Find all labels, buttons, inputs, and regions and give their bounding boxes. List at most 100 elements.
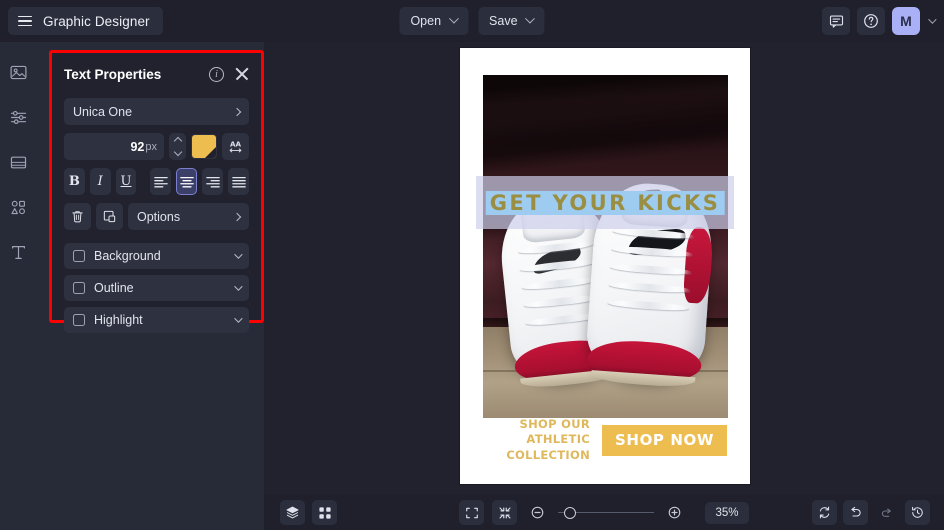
- headline-textbox[interactable]: GET YOUR KICKS: [476, 176, 734, 229]
- undo-button[interactable]: [843, 500, 868, 525]
- file-actions: Open Save: [399, 7, 545, 35]
- delete-button[interactable]: [64, 203, 91, 230]
- align-justify-icon: [231, 176, 246, 187]
- font-size-value: 92: [130, 139, 145, 154]
- headline-selection[interactable]: GET YOUR KICKS: [485, 190, 725, 215]
- background-checkbox[interactable]: [73, 250, 85, 262]
- sidebar-item-text[interactable]: [6, 240, 30, 264]
- font-size-row: 92 px AA: [64, 133, 249, 160]
- duplicate-icon: [103, 210, 116, 223]
- text-icon: [11, 245, 25, 259]
- sneaker-sole: [586, 337, 703, 384]
- align-right-button[interactable]: [202, 168, 224, 195]
- fullscreen-icon: [465, 507, 478, 518]
- avatar[interactable]: M: [892, 7, 920, 35]
- zoom-out-icon: [531, 506, 544, 519]
- accordion-background[interactable]: Background: [64, 243, 249, 269]
- align-justify-button[interactable]: [228, 168, 249, 195]
- zoom-in-button[interactable]: [662, 500, 687, 525]
- options-row: Options: [64, 203, 249, 230]
- layers-button[interactable]: [280, 500, 305, 525]
- sidebar-item-images[interactable]: [6, 60, 30, 84]
- zoom-slider-handle[interactable]: [564, 506, 576, 519]
- shop-now-button[interactable]: SHOP NOW: [602, 424, 727, 456]
- underline-label: U: [120, 174, 132, 189]
- app-title: Graphic Designer: [43, 13, 150, 29]
- bottom-left-tools: [280, 500, 337, 525]
- history-button[interactable]: [905, 500, 930, 525]
- duplicate-button[interactable]: [96, 203, 123, 230]
- chevron-up-icon: [173, 136, 182, 146]
- fit-to-screen-button[interactable]: [492, 500, 517, 525]
- open-button[interactable]: Open: [399, 7, 469, 35]
- sidebar-item-adjustments[interactable]: [6, 105, 30, 129]
- font-family-value: Unica One: [73, 104, 133, 119]
- options-button[interactable]: Options: [128, 203, 249, 230]
- font-size-input[interactable]: 92 px: [64, 133, 164, 160]
- app-menu-button[interactable]: Graphic Designer: [8, 7, 163, 35]
- top-bar: Graphic Designer Open Save M: [0, 0, 944, 42]
- text-properties-panel: Text Properties i Unica One 92 px AA B I…: [49, 50, 264, 333]
- chevron-right-icon: [232, 107, 242, 116]
- fullscreen-button[interactable]: [459, 500, 484, 525]
- align-center-button[interactable]: [176, 168, 198, 195]
- tool-rail: [0, 42, 36, 530]
- history-icon: [912, 506, 923, 518]
- zoom-level[interactable]: 35%: [705, 501, 749, 524]
- sidebar-item-elements[interactable]: [6, 195, 30, 219]
- chevron-down-icon: [448, 13, 459, 24]
- chevron-right-icon: [232, 212, 242, 221]
- page-title: Text Properties: [64, 66, 162, 82]
- zoom-controls: 35%: [459, 500, 749, 525]
- sidebar-item-layouts[interactable]: [6, 150, 30, 174]
- align-center-icon: [179, 176, 194, 187]
- comment-icon: [829, 15, 843, 28]
- fit-to-screen-icon: [498, 506, 511, 519]
- footer-copy[interactable]: SHOP OUR ATHLETIC COLLECTION: [483, 417, 602, 464]
- bold-button[interactable]: B: [64, 168, 85, 195]
- headline-text: GET YOUR KICKS: [489, 190, 721, 215]
- info-circle-icon[interactable]: i: [209, 66, 224, 82]
- italic-button[interactable]: I: [89, 168, 111, 195]
- align-left-button[interactable]: [150, 168, 172, 195]
- panel-header: Text Properties i: [64, 63, 249, 85]
- chevron-down-icon: [234, 250, 243, 259]
- comment-button[interactable]: [822, 7, 850, 35]
- help-circle-icon: [864, 14, 878, 28]
- chevron-down-icon[interactable]: [928, 15, 937, 24]
- accordion-outline[interactable]: Outline: [64, 275, 249, 301]
- image-icon: [9, 65, 27, 79]
- chevron-down-icon: [234, 314, 243, 323]
- product-photo[interactable]: [483, 75, 728, 418]
- outline-checkbox[interactable]: [73, 282, 85, 294]
- chevron-down-icon: [234, 282, 243, 291]
- sync-button[interactable]: [812, 500, 837, 525]
- shapes-icon: [10, 200, 25, 214]
- swatch-corner-icon: [205, 147, 216, 158]
- highlight-checkbox[interactable]: [73, 314, 85, 326]
- grid-icon: [318, 506, 331, 519]
- save-button[interactable]: Save: [478, 7, 545, 35]
- text-color-swatch[interactable]: [191, 134, 217, 159]
- accordion-highlight[interactable]: Highlight: [64, 307, 249, 333]
- font-size-stepper[interactable]: [169, 133, 186, 160]
- help-button[interactable]: [857, 7, 885, 35]
- app-window: Graphic Designer Open Save M Text Proper…: [0, 0, 944, 530]
- zoom-out-button[interactable]: [525, 500, 550, 525]
- underline-button[interactable]: U: [115, 168, 137, 195]
- design-artboard[interactable]: GET YOUR KICKS SHOP OUR ATHLETIC COLLECT…: [460, 48, 750, 484]
- options-label: Options: [137, 209, 181, 224]
- zoom-slider[interactable]: [558, 506, 654, 520]
- align-right-icon: [206, 176, 220, 187]
- design-canvas[interactable]: GET YOUR KICKS SHOP OUR ATHLETIC COLLECT…: [264, 42, 944, 495]
- open-label: Open: [410, 14, 442, 28]
- save-label: Save: [489, 14, 518, 28]
- accordion-label: Highlight: [94, 313, 143, 327]
- grid-button[interactable]: [312, 500, 337, 525]
- close-icon[interactable]: [235, 67, 249, 81]
- letter-spacing-button[interactable]: AA: [222, 133, 249, 160]
- redo-button[interactable]: [874, 500, 899, 525]
- hamburger-icon[interactable]: [18, 15, 32, 27]
- undo-icon: [851, 506, 861, 517]
- font-family-select[interactable]: Unica One: [64, 98, 249, 125]
